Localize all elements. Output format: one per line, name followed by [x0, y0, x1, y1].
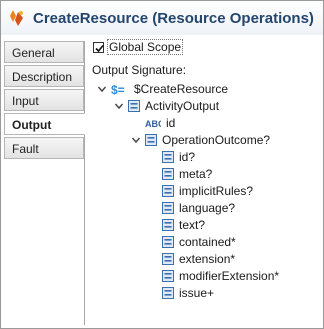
tree-node-label: issue+ [179, 285, 215, 300]
resource-operations-dialog: CreateResource (Resource Operations) Gen… [0, 0, 324, 329]
tree-node-child[interactable]: text? [148, 216, 205, 233]
tree-node-child[interactable]: modifierExtension* [148, 267, 279, 284]
title-bar: CreateResource (Resource Operations) [1, 1, 323, 35]
tab-label: Output [12, 118, 52, 132]
dialog-title: CreateResource (Resource Operations) [33, 9, 314, 27]
tree-node-label: contained* [179, 234, 236, 249]
element-icon [162, 150, 174, 163]
tree-node-child[interactable]: meta? [148, 165, 212, 182]
tree-node-label: language? [179, 200, 236, 215]
tree-node-label: OperationOutcome? [162, 132, 271, 147]
tree-node-label: text? [179, 217, 206, 232]
element-icon [162, 201, 174, 214]
element-icon [162, 235, 174, 248]
tree-node-child[interactable]: implicitRules? [148, 182, 253, 199]
global-scope-checkbox-row[interactable]: Global Scope [93, 39, 184, 55]
chevron-down-icon[interactable] [131, 135, 141, 145]
tree-node-child[interactable]: issue+ [148, 284, 214, 301]
element-icon [162, 167, 174, 180]
element-icon [162, 252, 174, 265]
checkmark-icon [95, 44, 104, 52]
element-icon [162, 269, 174, 282]
activity-logo-icon [10, 10, 23, 26]
tab-label: Fault [12, 142, 39, 156]
output-signature-label: Output Signature: [92, 63, 187, 77]
tab-general[interactable]: General [4, 41, 84, 63]
chevron-down-icon[interactable] [97, 84, 107, 94]
tree-node-label: $CreateResource [134, 81, 229, 96]
tree-node-label: implicitRules? [179, 183, 254, 198]
tab-description[interactable]: Description [4, 65, 84, 87]
tree-node-child[interactable]: extension* [148, 250, 235, 267]
global-scope-checkbox[interactable] [93, 41, 104, 53]
tree-node-label: id? [179, 149, 196, 164]
tab-input[interactable]: Input [4, 89, 84, 111]
element-icon [162, 286, 174, 299]
tab-output[interactable]: Output [4, 113, 85, 135]
variable-icon: $= [111, 83, 125, 95]
tab-label: Input [12, 94, 39, 108]
tree-node-label: meta? [179, 166, 213, 181]
tree-node-root[interactable]: $= $CreateResource [97, 80, 228, 97]
svg-text:ABC: ABC [145, 119, 161, 129]
global-scope-label[interactable]: Global Scope [107, 39, 184, 55]
tree-node-child[interactable]: id? [148, 148, 195, 165]
tree-node-label: id [166, 115, 176, 130]
tab-fault[interactable]: Fault [4, 137, 84, 159]
tree-node-child[interactable]: language? [148, 199, 235, 216]
section-tabs: General Description Input Output Fault [4, 41, 85, 325]
tab-label: General [12, 46, 55, 60]
chevron-down-icon[interactable] [114, 101, 124, 111]
tree-node-activity-output[interactable]: ActivityOutput [114, 97, 219, 114]
tree-node-label: ActivityOutput [145, 98, 220, 113]
tree-node-id[interactable]: ABC id [131, 114, 175, 131]
tree-node-label: modifierExtension* [179, 268, 280, 283]
element-icon [162, 184, 174, 197]
element-icon [145, 133, 157, 146]
output-panel: Global Scope Output Signature: $= $Creat… [85, 37, 321, 326]
tab-label: Description [12, 70, 73, 84]
tree-node-operation-outcome[interactable]: OperationOutcome? [131, 131, 270, 148]
svg-text:$=: $= [111, 83, 125, 95]
element-icon [128, 99, 140, 112]
string-type-icon: ABC [145, 119, 161, 129]
element-icon [162, 218, 174, 231]
tree-node-child[interactable]: contained* [148, 233, 236, 250]
tree-node-label: extension* [179, 251, 236, 266]
